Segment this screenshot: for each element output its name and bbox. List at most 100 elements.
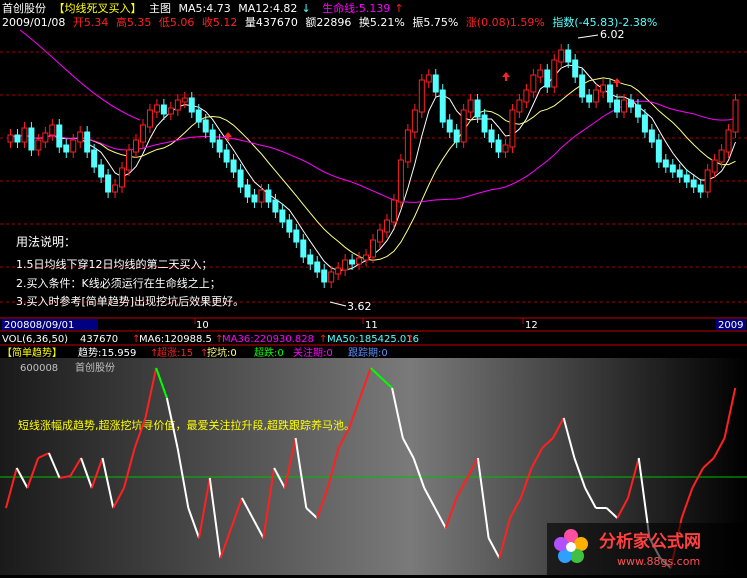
candle-body <box>404 129 411 163</box>
trend-value: 趋势:15.959 <box>78 346 136 358</box>
candle-body <box>216 139 223 153</box>
trend-note: 短线涨幅成趋势,超涨挖坑寻价值，最爱关注拉升段,超跌跟踪养马池。 <box>18 418 355 432</box>
vol-label: VOL(6,36,50) <box>2 334 68 345</box>
candle-body <box>328 271 335 283</box>
candle-body <box>607 84 614 103</box>
candle-body <box>383 219 390 233</box>
candle-body <box>655 139 662 163</box>
candle-body <box>488 129 495 143</box>
candle-body <box>502 144 509 153</box>
candle-body <box>105 174 112 193</box>
trend-stock-code: 600008 <box>20 363 58 374</box>
candle-body <box>251 194 258 203</box>
candle-body <box>641 114 648 133</box>
candle-body <box>119 167 126 188</box>
candle-body <box>530 74 537 93</box>
candle-body <box>704 169 711 193</box>
candle-body <box>467 99 474 113</box>
candle-body <box>126 149 133 171</box>
candle-body <box>593 89 600 103</box>
candle-body <box>265 189 272 203</box>
candle-body <box>70 139 77 153</box>
candle-body <box>314 261 321 273</box>
candle-body <box>98 164 105 178</box>
candle-body <box>356 257 363 265</box>
candle-body <box>390 199 397 223</box>
candle-body <box>537 69 544 78</box>
watermark-url: www.88gs.com <box>617 555 700 568</box>
candle-body <box>335 267 342 275</box>
watermark-logo: 分析家公式网 www.88gs.com <box>547 523 747 575</box>
candle-body <box>279 209 286 223</box>
candle-body <box>446 119 453 133</box>
vol-value: 437670 <box>80 334 118 345</box>
x-label-10: 10 <box>196 320 209 331</box>
candle-body <box>725 129 732 153</box>
candle-body <box>77 131 84 143</box>
super-down-value: 超跌:0 <box>254 346 284 358</box>
candle-body <box>718 149 725 163</box>
x-label-2009: 2009 <box>718 320 743 331</box>
candle-body <box>565 49 572 63</box>
candle-body <box>42 132 49 143</box>
candle-body <box>648 129 655 143</box>
candle-body <box>397 159 404 203</box>
trend-title[interactable]: 【简单趋势】 <box>2 346 62 358</box>
usage-title: 用法说明： <box>16 234 76 249</box>
candle-body <box>244 184 251 198</box>
candle-body <box>732 99 739 133</box>
price-chart[interactable]: 6.02 3.62 用法说明： 1.5日均线下穿12日均线的第二天买入； 2.买… <box>0 0 747 358</box>
candle-body <box>56 124 63 148</box>
candle-body <box>551 59 558 88</box>
candle-body <box>600 84 607 93</box>
candle-body <box>230 159 237 173</box>
candle-body <box>293 229 300 243</box>
vol-ma36: MA36:220930.828 <box>222 334 314 345</box>
candle-body <box>516 99 523 113</box>
usage-line-2: 2.买入条件：K线必须运行在生命线之上； <box>16 276 221 290</box>
dig-value: 挖坑:0 <box>207 346 237 358</box>
candle-body <box>453 129 460 143</box>
candle-body <box>523 89 530 103</box>
x-label-12: 12 <box>525 320 538 331</box>
candle-body <box>188 97 195 113</box>
candle-body <box>620 99 627 113</box>
high-mark-label: 6.02 <box>600 28 625 41</box>
candle-body <box>432 74 439 93</box>
track-period-value: 跟踪期:0 <box>348 346 388 358</box>
candle-body <box>174 99 181 111</box>
candle-body <box>223 149 230 163</box>
candle-body <box>35 139 42 151</box>
candle-body <box>153 104 160 113</box>
candle-body <box>439 89 446 123</box>
candle-body <box>181 97 188 103</box>
low-mark-label: 3.62 <box>347 300 372 313</box>
candle-body <box>418 79 425 113</box>
candle-body <box>669 164 676 173</box>
candle-body <box>7 134 14 143</box>
x-label-11: 11 <box>365 320 378 331</box>
candle-body <box>258 189 265 203</box>
candle-body <box>425 74 432 83</box>
watermark-title: 分析家公式网 <box>599 531 701 552</box>
candle-body <box>690 179 697 188</box>
candle-body <box>349 259 356 265</box>
candle-body <box>544 69 551 88</box>
candle-body <box>307 254 314 265</box>
candle-body <box>342 259 349 271</box>
candle-body <box>376 229 383 243</box>
candle-body <box>474 99 481 118</box>
candle-body <box>286 219 293 233</box>
candle-body <box>586 94 593 103</box>
svg-text:↑: ↑ <box>406 334 414 345</box>
candle-body <box>321 269 328 283</box>
candle-body <box>363 254 370 261</box>
candle-body <box>272 199 279 213</box>
candle-body <box>49 124 56 136</box>
candle-body <box>370 239 377 258</box>
candle-body <box>509 109 516 148</box>
candle-body <box>711 159 718 173</box>
candle-body <box>300 239 307 258</box>
candle-body <box>481 114 488 133</box>
x-label-start: 200808/09/01 <box>4 320 74 331</box>
